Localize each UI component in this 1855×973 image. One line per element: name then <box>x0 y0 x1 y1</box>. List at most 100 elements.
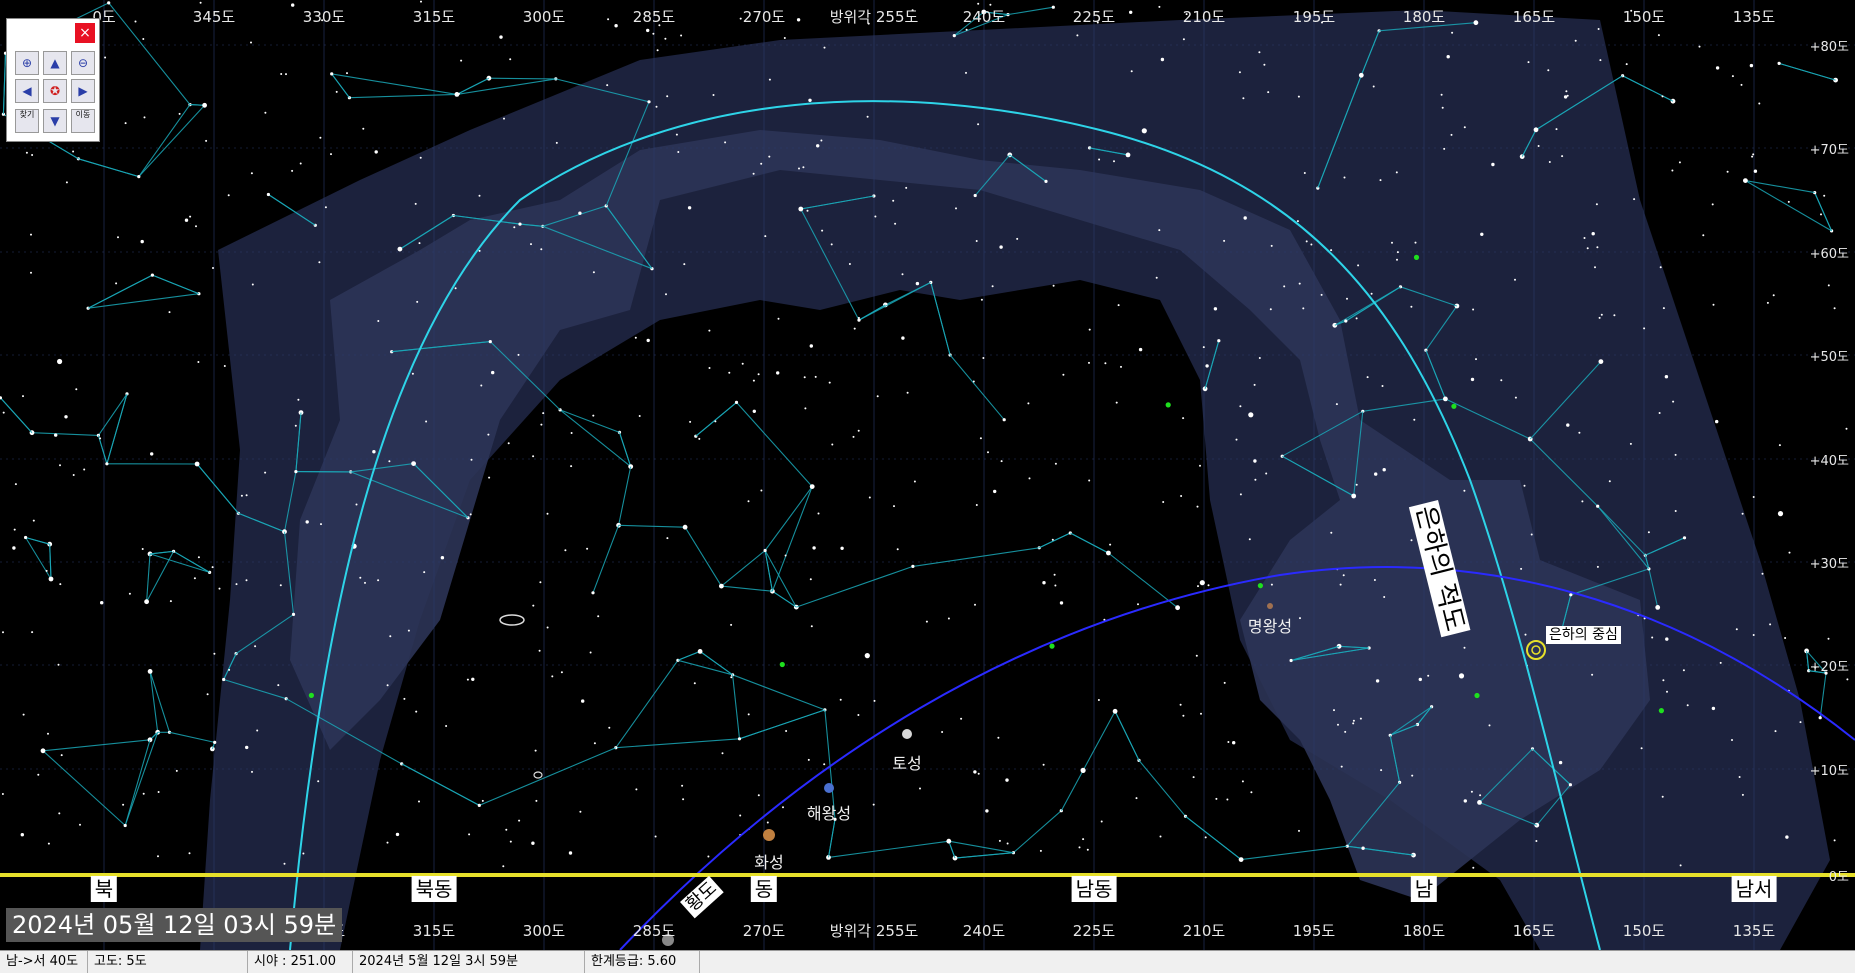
star <box>1158 6 1160 8</box>
star <box>1753 496 1755 498</box>
star <box>1751 156 1753 158</box>
tile-button[interactable]: 이동 <box>71 109 95 133</box>
star <box>1613 314 1615 316</box>
star <box>445 725 447 727</box>
star <box>985 809 988 812</box>
star <box>48 843 50 845</box>
star <box>125 122 127 124</box>
star <box>415 203 417 205</box>
azimuth-label: 210도 <box>1183 920 1225 941</box>
neptune-label[interactable]: 해왕성 <box>807 800 851 824</box>
zoom-in-icon: ⊕ <box>22 56 32 70</box>
azimuth-label: 240도 <box>963 920 1005 941</box>
constellation-line <box>733 675 825 710</box>
star <box>1215 798 1217 800</box>
star <box>246 494 248 496</box>
star <box>251 172 253 174</box>
constellation-star <box>105 462 108 465</box>
constellation-star <box>1569 783 1572 786</box>
pluto-label[interactable]: 명왕성 <box>1248 613 1292 637</box>
star <box>1341 766 1343 768</box>
sky-canvas[interactable] <box>0 0 1855 950</box>
star <box>75 388 77 390</box>
star <box>1561 155 1563 157</box>
star <box>905 187 907 189</box>
star <box>1250 791 1252 793</box>
star <box>1373 86 1375 88</box>
star <box>1587 247 1589 249</box>
constellation-line <box>733 675 740 739</box>
star <box>1337 724 1339 726</box>
constellation-line <box>1815 193 1832 231</box>
galactic-center-label[interactable]: 은하의 중심 <box>1546 626 1621 644</box>
star <box>1451 404 1456 409</box>
star <box>143 793 145 795</box>
saturn-label[interactable]: 토성 <box>892 750 921 774</box>
star <box>479 250 481 252</box>
star <box>1549 161 1551 163</box>
constellation-line <box>139 105 205 176</box>
star <box>682 798 684 800</box>
saturn-marker[interactable] <box>902 729 912 739</box>
star <box>284 863 286 865</box>
pluto-marker[interactable] <box>1267 603 1273 609</box>
neptune-marker[interactable] <box>824 783 834 793</box>
zoom-out-button[interactable]: ⊖ <box>71 51 95 75</box>
star <box>1321 294 1323 296</box>
star <box>1489 724 1491 726</box>
star <box>423 571 425 573</box>
star <box>1591 674 1593 676</box>
tile-button-label: 이동 <box>76 110 91 119</box>
star <box>1731 739 1733 741</box>
star <box>1298 96 1300 98</box>
constellation-star <box>1474 20 1479 25</box>
constellation-line <box>125 732 158 825</box>
find-button[interactable]: 찾기 <box>15 109 39 133</box>
star <box>873 804 875 806</box>
star <box>1758 103 1760 105</box>
constellation-line <box>740 710 825 739</box>
azimuth-label: 165도 <box>1513 6 1555 27</box>
move-right-button[interactable]: ▶ <box>71 79 95 103</box>
zoom-in-button[interactable]: ⊕ <box>15 51 39 75</box>
star <box>914 481 916 483</box>
datetime-stamp: 2024년 05월 12일 03시 59분 <box>6 908 342 942</box>
move-up-button[interactable]: ▲ <box>43 51 67 75</box>
move-down-button[interactable]: ▼ <box>43 109 67 133</box>
star <box>1535 840 1537 842</box>
constellation-line <box>43 751 125 826</box>
star <box>714 420 716 422</box>
star <box>1088 480 1090 482</box>
mars-marker[interactable] <box>763 829 775 841</box>
star <box>1665 375 1668 378</box>
star <box>479 195 481 197</box>
star <box>1742 794 1744 796</box>
star <box>150 452 153 455</box>
star <box>724 141 726 143</box>
star <box>241 495 243 497</box>
star <box>753 380 755 382</box>
star <box>2 793 4 795</box>
close-button[interactable]: × <box>75 23 95 43</box>
star <box>1520 568 1522 570</box>
constellation-star <box>1052 6 1055 9</box>
star <box>1361 847 1364 850</box>
star <box>798 168 800 170</box>
center-button[interactable]: ✪ <box>43 79 67 103</box>
star <box>785 555 787 557</box>
status-altitude: 고도: 5도 <box>88 951 248 973</box>
mars-label[interactable]: 화성 <box>754 849 783 873</box>
star <box>1248 412 1253 417</box>
star <box>1753 634 1755 636</box>
star <box>458 93 460 95</box>
sky-view[interactable]: 0도345도330도315도300도285도270도방위각 255도240도22… <box>0 0 1855 950</box>
star <box>606 84 608 86</box>
star <box>1397 251 1399 253</box>
constellation-line <box>147 551 174 601</box>
star <box>1599 59 1601 61</box>
star <box>1846 428 1848 430</box>
move-left-button[interactable]: ◀ <box>15 79 39 103</box>
star <box>1720 662 1722 664</box>
star <box>1500 379 1502 381</box>
star <box>1471 378 1474 381</box>
